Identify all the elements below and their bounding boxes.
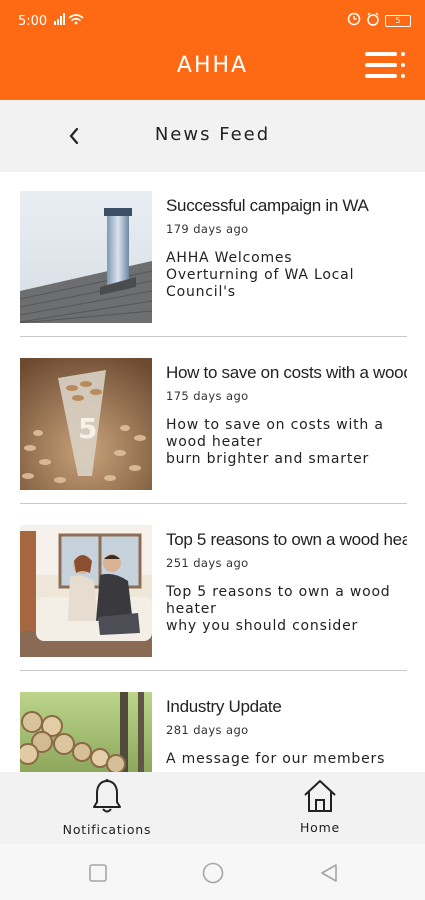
svg-text:5: 5 <box>78 412 97 445</box>
divider <box>20 503 407 504</box>
nav-notifications[interactable]: Notifications <box>52 772 162 844</box>
news-title: How to save on costs with a wood heater <box>166 363 407 382</box>
news-thumbnail <box>20 692 152 772</box>
news-feed[interactable]: Successful campaign in WA 179 days ago A… <box>0 172 425 772</box>
news-thumbnail: 5 <box>20 358 152 490</box>
news-age: 281 days ago <box>166 723 249 737</box>
triangle-back-nav-icon[interactable] <box>319 863 339 887</box>
news-title: Top 5 reasons to own a wood heater <box>166 530 407 549</box>
news-description: Top 5 reasons to own a wood heater why y… <box>166 584 391 634</box>
signal-icon <box>54 12 86 30</box>
divider <box>20 670 407 671</box>
news-title: Successful campaign in WA <box>166 196 369 215</box>
square-nav-icon[interactable] <box>89 864 107 886</box>
news-description: How to save on costs with a wood heater … <box>166 417 384 467</box>
clock-icon <box>366 12 380 30</box>
home-icon <box>304 780 336 812</box>
nav-home-label: Home <box>299 820 341 835</box>
status-time: 5:00 <box>18 14 48 29</box>
nav-home[interactable]: Home <box>285 772 355 844</box>
app-bar: 5:00 5 AHHA <box>0 0 425 100</box>
circle-nav-icon[interactable] <box>202 862 224 888</box>
news-description: A message for our members <box>166 751 386 767</box>
bell-icon <box>93 779 121 813</box>
status-bar: 5:00 5 <box>0 0 425 40</box>
news-age: 175 days ago <box>166 389 249 403</box>
news-thumbnail <box>20 525 152 657</box>
alarm-icon <box>347 12 361 30</box>
divider <box>20 336 407 337</box>
nav-notifications-label: Notifications <box>62 822 152 837</box>
battery-icon: 5 <box>385 15 411 27</box>
news-description: AHHA Welcomes Overturning of WA Local Co… <box>166 250 355 300</box>
news-thumbnail <box>20 191 152 323</box>
news-age: 251 days ago <box>166 556 249 570</box>
bottom-navigation: Notifications Home <box>0 772 425 844</box>
news-item[interactable]: Successful campaign in WA 179 days ago A… <box>20 191 407 331</box>
system-navigation-bar <box>0 844 425 900</box>
menu-button[interactable] <box>362 48 410 84</box>
news-title: Industry Update <box>166 697 282 716</box>
news-item[interactable]: Industry Update 281 days ago A message f… <box>20 692 407 772</box>
news-age: 179 days ago <box>166 222 249 236</box>
news-item[interactable]: Top 5 reasons to own a wood heater 251 d… <box>20 525 407 665</box>
page-title: News Feed <box>154 124 271 145</box>
hamburger-menu-icon <box>365 52 405 78</box>
news-item[interactable]: 5 How to save on costs with a wood heate… <box>20 358 407 498</box>
